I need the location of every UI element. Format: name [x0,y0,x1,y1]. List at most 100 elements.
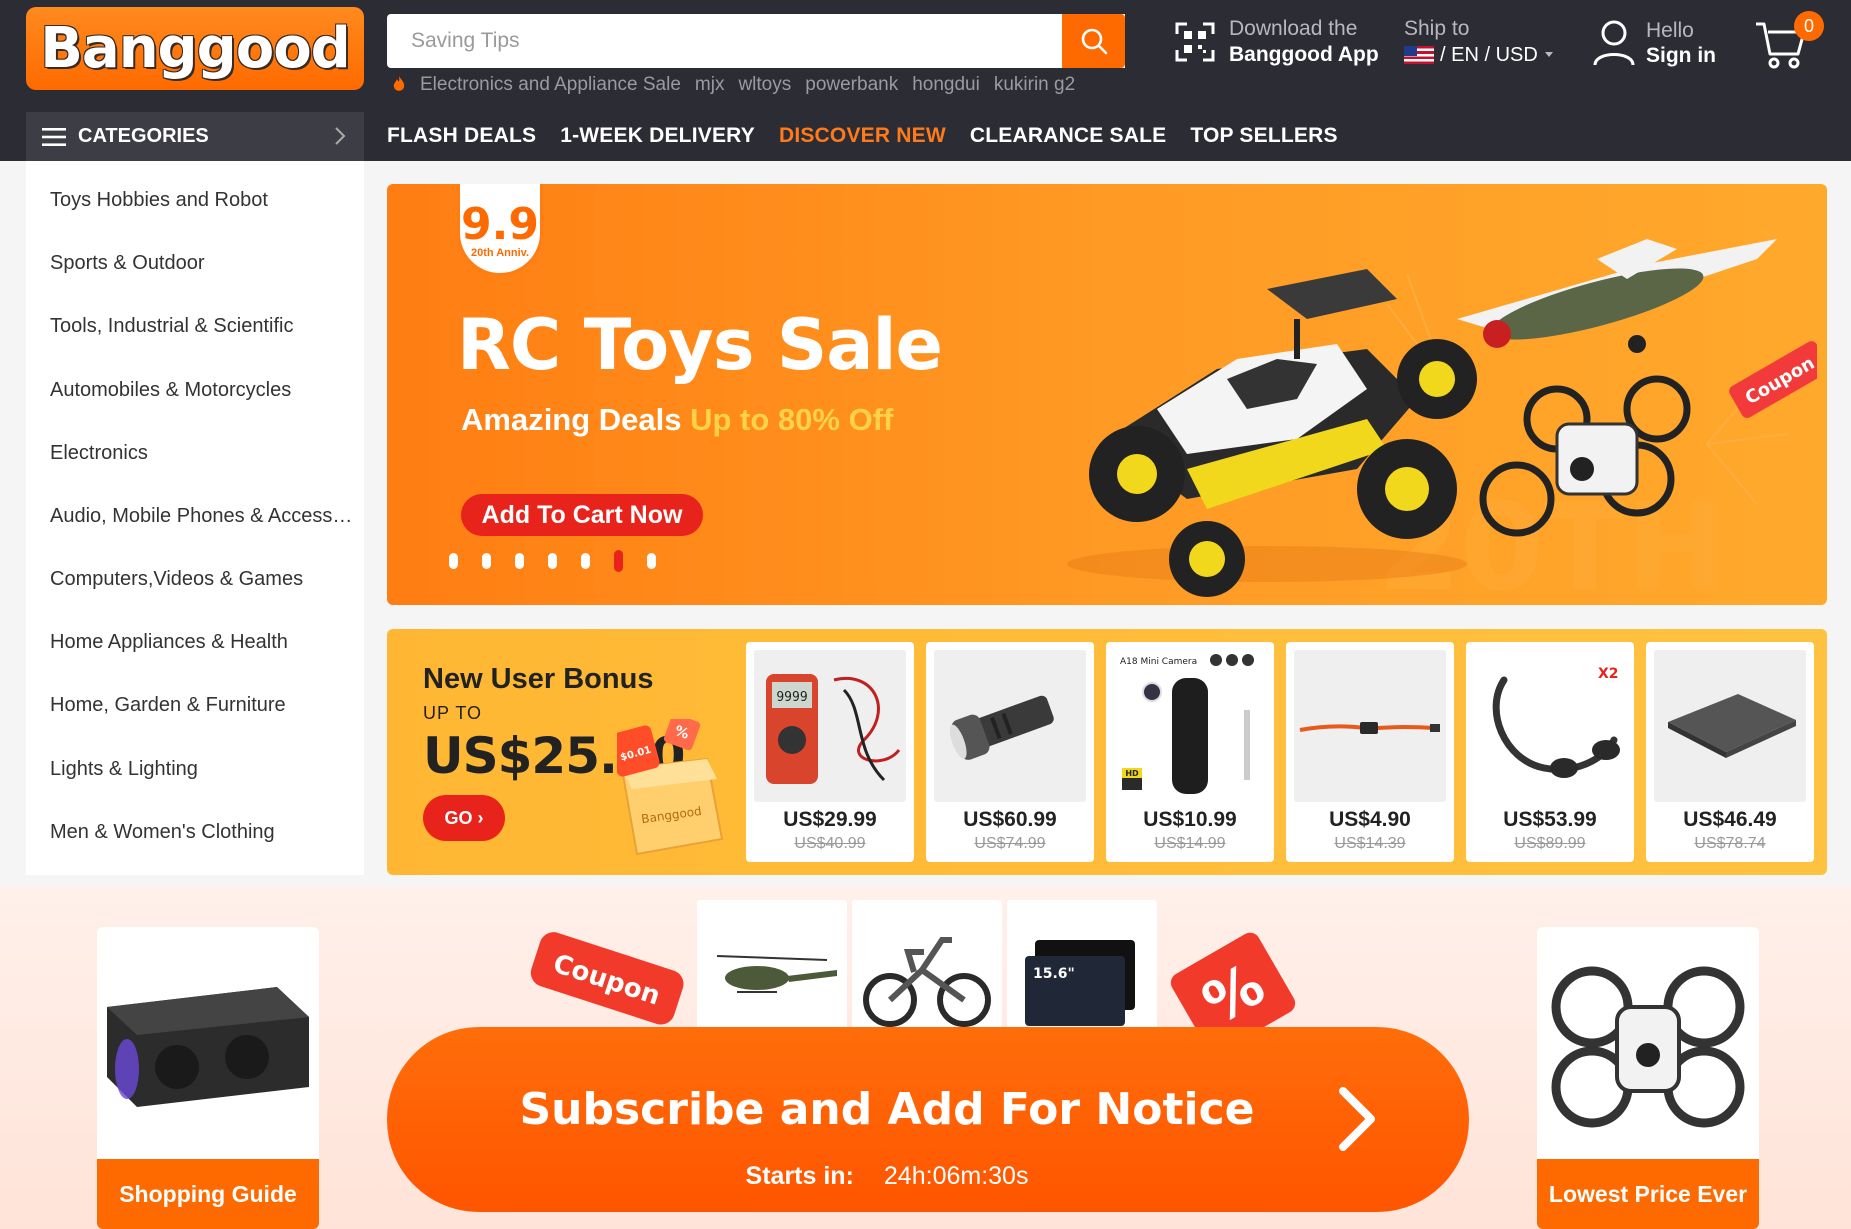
product-old-price: US$89.99 [1514,835,1586,852]
hero-banner[interactable]: 20TH 9.9 20th Anniv. RC Toys Sale Amazin… [387,184,1827,605]
product-old-price: US$40.99 [794,835,866,852]
bonus-product-3[interactable]: A18 Mini Camera HD US$10.99 US$14.99 [1106,642,1274,862]
hero-coupon-tag: Coupon [1729,341,1817,418]
sidebar-item-lights[interactable]: Lights & Lighting [50,758,360,781]
banggood-logo[interactable]: Banggood [26,7,364,90]
hot-word-1[interactable]: Electronics and Appliance Sale [420,74,681,96]
carousel-dot-4[interactable] [548,553,557,569]
language-currency: / EN / USD [1440,44,1538,66]
sidebar-item-clothing[interactable]: Men & Women's Clothing [50,821,360,844]
hero-title: RC Toys Sale [457,304,943,386]
sidebar-item-toys[interactable]: Toys Hobbies and Robot [50,189,360,212]
sidebar-item-sports[interactable]: Sports & Outdoor [50,252,360,275]
logo-text: Banggood [40,16,351,81]
bonus-heading: New User Bonus [423,663,654,695]
bonus-go-button[interactable]: GO › [423,795,505,841]
product-old-price: US$78.74 [1694,835,1766,852]
bonus-product-1[interactable]: 9999 US$29.99 US$40.99 [746,642,914,862]
fpv-drone-graphic [1479,375,1691,537]
download-app-link[interactable]: Download the Banggood App [1175,16,1379,68]
product-old-price: US$14.39 [1334,835,1406,852]
bonus-product-6[interactable]: US$46.49 US$78.74 [1646,642,1814,862]
app-line-2: Banggood App [1229,43,1379,66]
svg-text:HD: HD [1125,769,1139,778]
ship-to-label: Ship to [1404,17,1470,40]
hot-word-5[interactable]: hongdui [912,74,980,96]
product-image-headphones: X2 [1474,650,1626,802]
nav-discover-new[interactable]: DISCOVER NEW [779,124,946,148]
product-old-price: US$14.99 [1154,835,1226,852]
shopping-guide-card[interactable]: Shopping Guide [97,927,319,1229]
product-image-multimeter: 9999 [754,650,906,802]
hot-word-3[interactable]: wltoys [738,74,791,96]
product-price: US$4.90 [1329,808,1411,831]
add-to-cart-now-button[interactable]: Add To Cart Now [461,494,703,536]
product-image-tablet [1654,650,1806,802]
carousel-dot-6[interactable] [614,550,623,572]
hot-word-2[interactable]: mjx [695,74,725,96]
chevron-right-icon [335,127,346,145]
subscribe-title: Subscribe and Add For Notice [519,1084,1255,1135]
sidebar-item-home-garden[interactable]: Home, Garden & Furniture [50,694,360,717]
lowest-price-card[interactable]: Lowest Price Ever [1537,927,1759,1229]
rc-car-graphic [1067,269,1477,597]
shopping-guide-label: Shopping Guide [97,1159,319,1229]
coupon-tag-decoration: Coupon [530,932,684,1025]
carousel-dot-7[interactable] [647,553,656,569]
hot-word-4[interactable]: powerbank [805,74,898,96]
nav-flash-deals[interactable]: FLASH DEALS [387,124,536,148]
sign-in-link[interactable]: Hello Sign in [1592,18,1716,68]
carousel-dots [449,550,656,572]
bonus-product-5[interactable]: X2 US$53.99 US$89.99 [1466,642,1634,862]
caret-down-icon [1544,52,1553,57]
sign-in-label: Sign in [1646,44,1716,67]
categories-button[interactable]: CATEGORIES [26,112,364,161]
sidebar-item-tools[interactable]: Tools, Industrial & Scientific [50,315,360,338]
hero-subtitle-highlight: Up to 80% Off [690,402,894,437]
sidebar-item-computers[interactable]: Computers,Videos & Games [50,568,360,591]
us-flag-icon [1404,46,1434,64]
product-image-speaker [107,987,309,1107]
carousel-dot-5[interactable] [581,553,590,569]
hot-search-words: Electronics and Appliance Sale mjx wltoy… [392,74,1075,96]
product-price: US$46.49 [1683,808,1777,831]
search-icon [1081,28,1107,55]
product-image-drone [1551,966,1745,1128]
app-line-1: Download the [1229,17,1358,40]
countdown: Starts in: 24h:06m:30s [387,1162,1387,1191]
new-user-bonus-section: New User Bonus UP TO US$25.00 GO › Bangg… [387,629,1827,875]
nav-top-sellers[interactable]: TOP SELLERS [1190,124,1337,148]
lowest-price-label: Lowest Price Ever [1537,1159,1759,1229]
anniversary-badge: 9.9 20th Anniv. [457,184,543,276]
cart-button[interactable]: 0 [1752,11,1824,74]
sidebar-item-home-appliances[interactable]: Home Appliances & Health [50,631,360,654]
bonus-product-2[interactable]: US$60.99 US$74.99 [926,642,1094,862]
ship-to-selector[interactable]: Ship to / EN / USD [1404,16,1554,68]
sidebar-item-automobiles[interactable]: Automobiles & Motorcycles [50,379,360,402]
search-box[interactable] [387,14,1125,68]
svg-text:9999: 9999 [776,690,807,705]
hero-subtitle: Amazing Deals Up to 80% Off [461,402,893,438]
nav-1-week-delivery[interactable]: 1-WEEK DELIVERY [560,124,755,148]
subscribe-notice-button[interactable]: Subscribe and Add For Notice Starts in: 2… [387,1027,1469,1212]
badge-number: 9.9 [461,199,539,250]
product-image-cable [1294,650,1446,802]
chevron-right-icon [1339,1087,1375,1151]
bonus-product-4[interactable]: US$4.90 US$14.39 [1286,642,1454,862]
hot-word-6[interactable]: kukirin g2 [994,74,1075,96]
carousel-dot-3[interactable] [515,553,524,569]
search-button[interactable] [1062,14,1125,68]
product-price: US$10.99 [1143,808,1237,831]
bonus-up-to: UP TO [423,703,483,723]
search-input[interactable] [387,14,1125,68]
nav-clearance-sale[interactable]: CLEARANCE SALE [970,124,1166,148]
carousel-dot-2[interactable] [482,553,491,569]
cart-count-badge: 0 [1794,11,1824,41]
flame-icon [393,76,405,91]
sidebar-item-audio-phones[interactable]: Audio, Mobile Phones & Accessories [50,505,360,528]
qr-code-icon [1175,22,1215,62]
sidebar-item-electronics[interactable]: Electronics [50,442,360,465]
product-price: US$53.99 [1503,808,1597,831]
carousel-dot-1[interactable] [449,553,458,569]
top-header: Banggood Electronics and Appliance Sale … [0,0,1851,161]
